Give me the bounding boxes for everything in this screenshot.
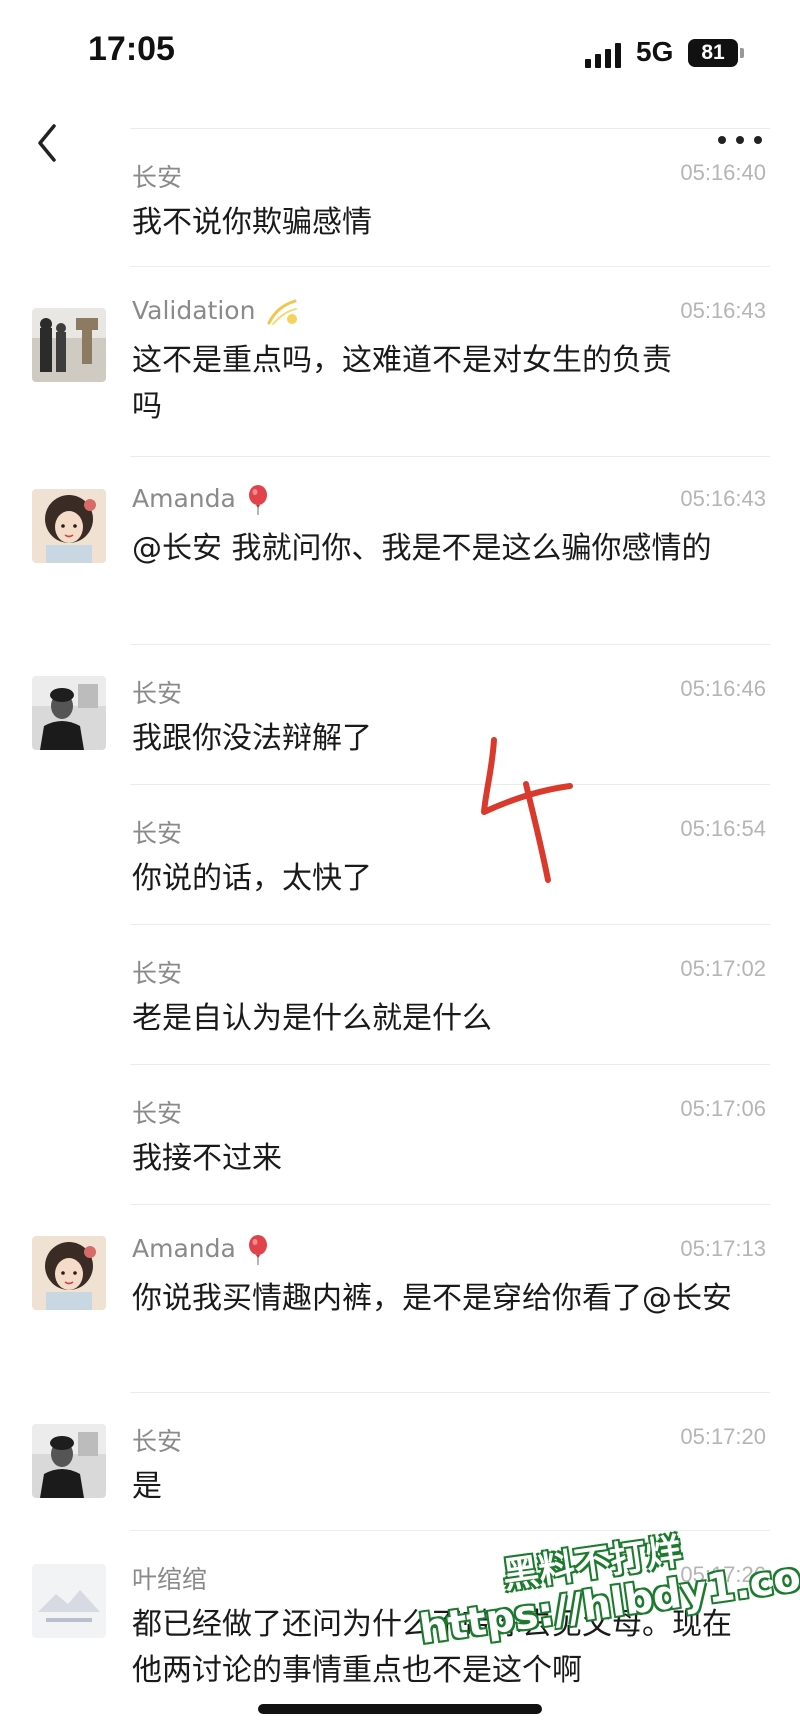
- message-text: 你说我买情趣内裤，是不是穿给你看了@长安: [132, 1281, 732, 1316]
- message-sender: 长安: [132, 1099, 183, 1128]
- message-time: 05:16:40: [680, 160, 766, 185]
- avatar[interactable]: [32, 1236, 106, 1310]
- message-sender: Validation: [132, 296, 299, 327]
- divider: [130, 644, 770, 645]
- avatar-photo-street: [32, 308, 106, 382]
- avatar-illustration-girl: [32, 1236, 106, 1310]
- message-text: 你说的话，太快了: [132, 861, 372, 896]
- divider: [130, 1064, 770, 1065]
- message-sender: 长安: [132, 819, 183, 848]
- message-time: 05:17:20: [680, 1424, 766, 1449]
- divider: [130, 456, 770, 457]
- balloon-emoji-icon: [248, 485, 267, 515]
- avatar-illustration-girl: [32, 489, 106, 563]
- avatar-photo-man: [32, 1424, 106, 1498]
- message-time: 05:16:43: [680, 298, 766, 323]
- avatar[interactable]: [32, 308, 106, 382]
- message-text: 是: [132, 1469, 162, 1504]
- message-text: 我接不过来: [132, 1141, 282, 1176]
- avatar-photo-man: [32, 676, 106, 750]
- message-text: 老是自认为是什么就是什么: [132, 1001, 492, 1036]
- sender-name: Validation: [132, 296, 256, 325]
- message-time: 05:17:13: [680, 1236, 766, 1261]
- message-time: 05:16:43: [680, 486, 766, 511]
- message-sender: 长安: [132, 163, 183, 192]
- message-text: 我跟你没法辩解了: [132, 721, 372, 756]
- message-time: 05:17:02: [680, 956, 766, 981]
- message-list: 长安 05:16:40 我不说你欺骗感情 Validation 05:16:43…: [0, 0, 800, 1729]
- message-sender: Amanda: [132, 484, 270, 516]
- divider: [130, 266, 770, 267]
- divider: [130, 924, 770, 925]
- divider: [130, 784, 770, 785]
- message-text: @长安 我就问你、我是不是这么骗你感情的: [132, 531, 712, 566]
- sender-name: Amanda: [132, 484, 236, 513]
- avatar[interactable]: [32, 489, 106, 563]
- balloon-emoji-icon: [248, 1235, 267, 1265]
- message-time: 05:17:06: [680, 1096, 766, 1121]
- message-sender: 长安: [132, 679, 183, 708]
- message-sender: 长安: [132, 1427, 183, 1456]
- avatar-landscape-card: [32, 1564, 106, 1638]
- avatar[interactable]: [32, 1564, 106, 1638]
- message-text: 我不说你欺骗感情: [132, 205, 372, 240]
- home-indicator[interactable]: [258, 1704, 542, 1714]
- avatar[interactable]: [32, 676, 106, 750]
- message-text: 这不是重点吗，这难道不是对女生的负责吗: [132, 343, 672, 424]
- comet-emoji-icon: [267, 299, 298, 325]
- sender-name: Amanda: [132, 1234, 236, 1263]
- divider: [130, 1392, 770, 1393]
- avatar[interactable]: [32, 1424, 106, 1498]
- message-sender: 叶绾绾: [132, 1565, 208, 1594]
- divider: [130, 1204, 770, 1205]
- message-time: 05:16:54: [680, 816, 766, 841]
- message-time: 05:16:46: [680, 676, 766, 701]
- message-sender: Amanda: [132, 1234, 270, 1266]
- message-sender: 长安: [132, 959, 183, 988]
